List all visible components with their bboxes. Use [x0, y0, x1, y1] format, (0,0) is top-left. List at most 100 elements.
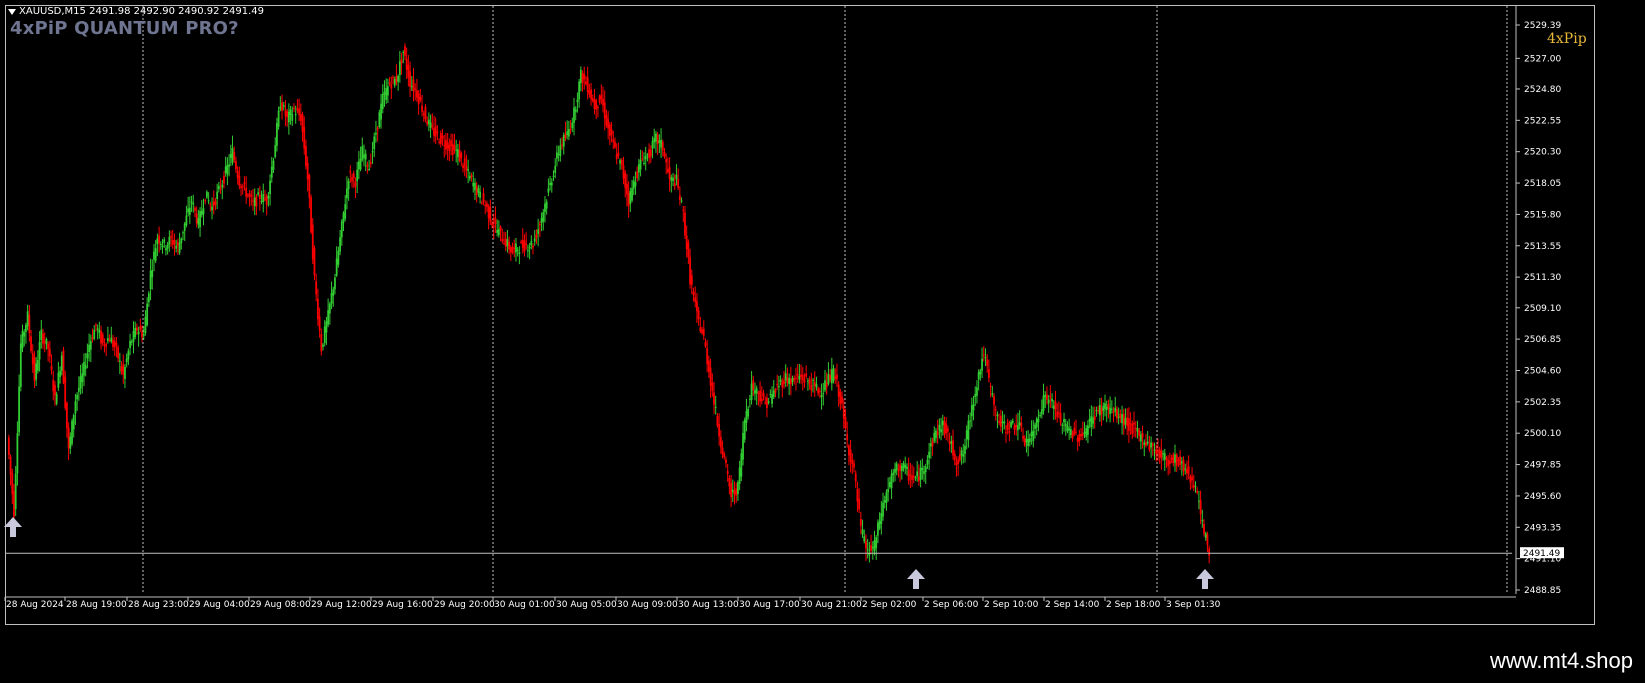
candle-body	[981, 358, 983, 371]
candle-body	[373, 136, 376, 150]
candle-body	[605, 115, 608, 126]
candle-body	[914, 477, 917, 479]
candle-body	[1206, 534, 1209, 546]
time-tick-label: 29 Aug 12:00	[311, 600, 372, 610]
candle-body	[953, 453, 956, 461]
time-axis[interactable]: 28 Aug 2024 28 Aug 19:00 28 Aug 23:00 29 Au…	[4, 596, 1516, 610]
candle-body	[492, 225, 495, 227]
candle-body	[458, 150, 461, 162]
candle-body	[1186, 468, 1188, 474]
candle-body	[1076, 437, 1079, 443]
candle-body	[1040, 409, 1043, 415]
candle-body	[602, 98, 604, 106]
candle-body	[851, 460, 854, 465]
candle-body	[1081, 433, 1084, 436]
candle-body	[1175, 454, 1178, 466]
candle-body	[721, 447, 724, 455]
candle-body	[359, 158, 362, 170]
candle-body	[533, 238, 536, 242]
time-tick-label: 28 Aug 2024	[6, 600, 64, 610]
candle-body	[651, 141, 654, 149]
candle-body	[1187, 466, 1190, 475]
candle-body	[462, 165, 464, 169]
candle-body	[161, 246, 164, 248]
candle-body	[713, 392, 715, 405]
candle-body	[332, 289, 335, 296]
candle-body	[277, 110, 280, 127]
price-tick-label: 2518.05	[1524, 179, 1561, 189]
candle-body	[839, 391, 842, 404]
candle-body	[1105, 406, 1108, 411]
candle-body	[743, 419, 746, 440]
candle-body	[180, 238, 183, 244]
candle-body	[1011, 420, 1014, 423]
candle-body	[581, 73, 584, 83]
candle-body	[417, 93, 420, 105]
candle-body	[110, 337, 113, 342]
candle-body	[689, 257, 691, 285]
price-axis[interactable]: 2529.39 2527.00 2524.80 2522.55 2520.30 2518.…	[1515, 6, 1564, 596]
candle-body	[822, 393, 825, 395]
price-chart[interactable]: 2529.39 2527.00 2524.80 2522.55 2520.30 2518.…	[0, 0, 1645, 683]
candle-body	[342, 212, 345, 223]
candle-body	[830, 369, 833, 384]
price-tick-label: 2511.30	[1524, 273, 1561, 283]
candle-body	[894, 469, 896, 473]
candle-body	[929, 443, 932, 447]
candle-body	[287, 111, 290, 123]
candle-body	[1039, 415, 1042, 417]
candle-body	[859, 518, 862, 526]
candle-body	[663, 151, 666, 157]
candle-body	[163, 239, 166, 243]
candle-body	[515, 243, 517, 253]
candle-body	[1191, 476, 1193, 481]
candle-body	[520, 241, 522, 243]
candle-body	[837, 384, 840, 397]
candle-body	[766, 397, 768, 409]
candle-body	[294, 114, 297, 116]
candle-body	[948, 441, 951, 445]
candle-body	[1201, 519, 1204, 522]
candle-body	[1177, 460, 1180, 462]
candle-body	[216, 191, 219, 200]
candle-body	[57, 372, 60, 388]
candle-body	[501, 238, 504, 242]
candle-body	[846, 434, 849, 441]
candle-body	[503, 243, 505, 245]
candle-body	[81, 373, 84, 383]
candle-body	[726, 471, 729, 474]
candle-body	[139, 326, 142, 331]
candle-body	[457, 149, 459, 157]
candle-body	[105, 344, 108, 347]
candle-body	[653, 138, 656, 143]
candle-body	[429, 122, 432, 128]
candle-body	[849, 449, 852, 462]
candle-body	[405, 58, 408, 70]
candle-body	[986, 359, 989, 366]
triangle-down-icon[interactable]	[8, 8, 16, 15]
candle-body	[518, 252, 521, 254]
candle-body	[579, 69, 582, 84]
up-arrow-shape	[4, 517, 22, 537]
candle-body	[875, 537, 878, 549]
candle-body	[103, 344, 106, 346]
candle-body	[1037, 418, 1040, 423]
candle-body	[936, 431, 939, 435]
candle-body	[93, 330, 96, 339]
candle-body	[245, 187, 248, 197]
candle-body	[1134, 428, 1137, 430]
symbol-info-header[interactable]: XAUUSD,M15 2491.98 2492.90 2490.92 2491.…	[8, 6, 264, 17]
candle-body	[267, 195, 270, 199]
candle-body	[269, 180, 271, 195]
candle-body	[752, 380, 755, 390]
candle-body	[769, 393, 772, 396]
candle-body	[912, 475, 915, 478]
candle-body	[211, 206, 213, 211]
candle-body	[890, 474, 893, 489]
candle-body	[129, 340, 131, 348]
candle-body	[1098, 404, 1101, 416]
candle-body	[735, 488, 738, 496]
chart-window[interactable]: 2529.39 2527.00 2524.80 2522.55 2520.30 2518.…	[0, 0, 1645, 683]
up-arrow-icon	[1196, 569, 1214, 589]
candle-body	[463, 158, 466, 167]
